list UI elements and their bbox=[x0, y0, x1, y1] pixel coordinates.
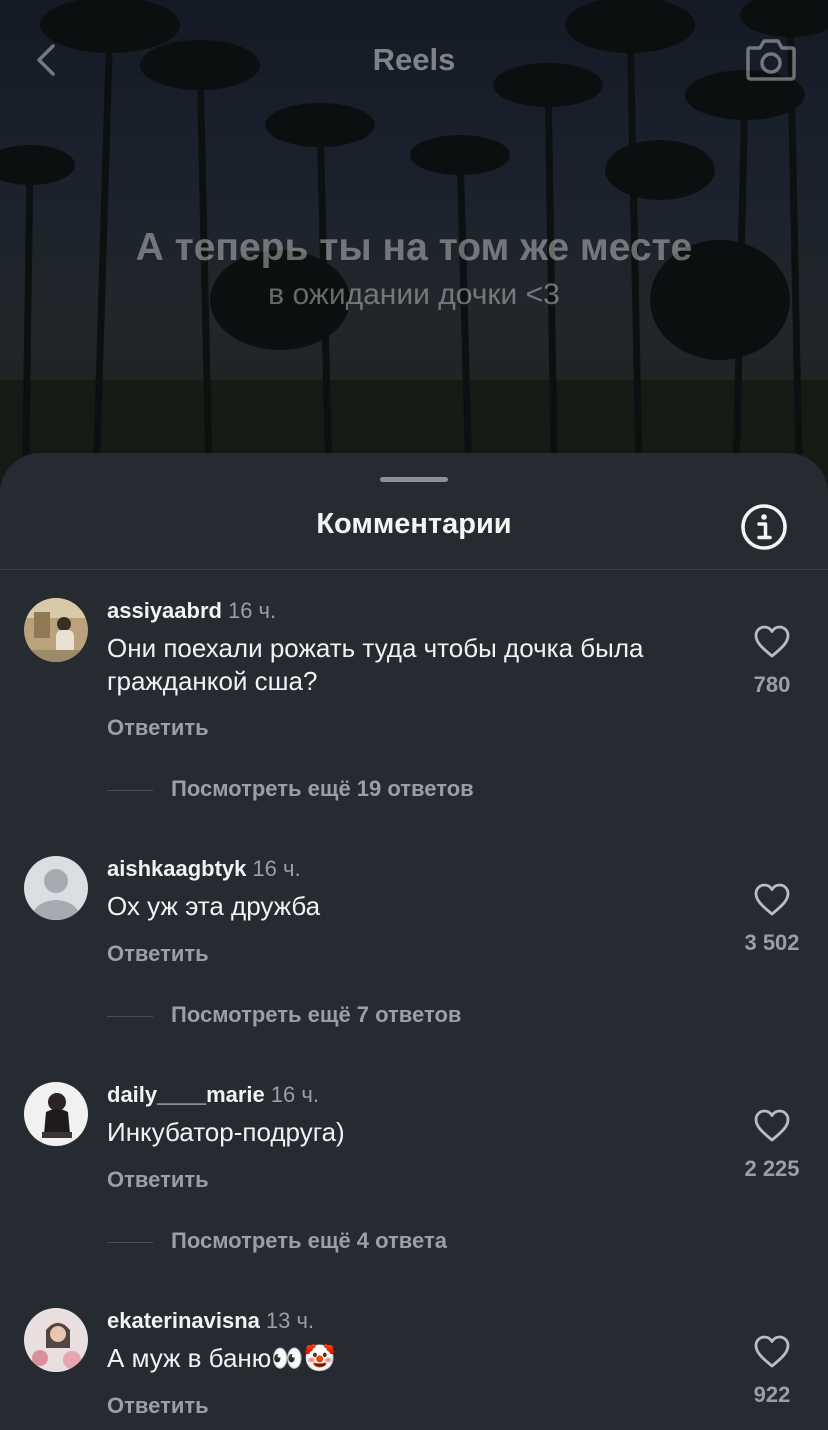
like-block: 922 bbox=[732, 1335, 812, 1408]
camera-icon[interactable] bbox=[744, 34, 798, 84]
comment-text: Они поехали рожать туда чтобы дочка была… bbox=[107, 633, 644, 696]
like-count: 2 225 bbox=[744, 1156, 800, 1181]
comment-meta: daily____marie 16 ч. bbox=[107, 1082, 319, 1108]
reel-caption-sub: в ожидании дочки <3 bbox=[268, 278, 560, 311]
view-replies-label: Посмотреть ещё 19 ответов bbox=[171, 776, 474, 801]
comment-meta: aishkaagbtyk 16 ч. bbox=[107, 856, 301, 882]
heart-icon[interactable] bbox=[754, 1335, 790, 1369]
avatar[interactable] bbox=[24, 1082, 88, 1146]
comment-username[interactable]: assiyaabrd bbox=[107, 598, 222, 623]
default-avatar-icon bbox=[24, 856, 88, 920]
comment-text: Ох уж эта дружба bbox=[107, 891, 321, 921]
sheet-divider bbox=[0, 569, 828, 570]
reply-button[interactable]: Ответить bbox=[107, 1393, 209, 1419]
avatar-photo bbox=[24, 1308, 88, 1372]
info-icon[interactable] bbox=[740, 503, 788, 551]
reply-button[interactable]: Ответить bbox=[107, 941, 209, 967]
comment-time: 16 ч. bbox=[227, 598, 277, 623]
heart-icon[interactable] bbox=[754, 625, 790, 659]
comment-text: А муж в баню👀🤡 bbox=[107, 1343, 337, 1373]
reels-title: Reels bbox=[372, 42, 456, 77]
avatar[interactable] bbox=[24, 856, 88, 920]
like-count: 922 bbox=[753, 1382, 791, 1407]
comment-meta: ekaterinavisna 13 ч. bbox=[107, 1308, 314, 1334]
reels-comments-screen: Reels А теперь ты на том же месте в ожид… bbox=[0, 0, 828, 1430]
reel-caption-main: А теперь ты на том же месте bbox=[135, 226, 693, 269]
like-count: 3 502 bbox=[744, 930, 800, 955]
avatar[interactable] bbox=[24, 1308, 88, 1372]
replies-divider bbox=[107, 1242, 153, 1243]
heart-icon[interactable] bbox=[754, 1109, 790, 1143]
avatar[interactable] bbox=[24, 598, 88, 662]
avatar-photo bbox=[24, 598, 88, 662]
comment-time: 16 ч. bbox=[252, 856, 301, 881]
comment-time: 16 ч. bbox=[270, 1082, 319, 1107]
reply-button[interactable]: Ответить bbox=[107, 715, 209, 741]
sheet-title: Комментарии bbox=[316, 508, 512, 540]
comment-time: 13 ч. bbox=[265, 1308, 315, 1333]
replies-divider bbox=[107, 1016, 153, 1017]
like-block: 3 502 bbox=[732, 883, 812, 956]
reels-header: Reels bbox=[0, 30, 828, 90]
heart-icon[interactable] bbox=[754, 883, 790, 917]
sheet-grabber[interactable] bbox=[380, 477, 448, 482]
like-count: 780 bbox=[753, 672, 791, 697]
comment-username[interactable]: aishkaagbtyk bbox=[107, 856, 246, 881]
reply-button[interactable]: Ответить bbox=[107, 1167, 209, 1193]
replies-divider bbox=[107, 790, 153, 791]
view-replies-label: Посмотреть ещё 7 ответов bbox=[171, 1002, 462, 1027]
comment-text: Инкубатор-подруга) bbox=[107, 1117, 345, 1147]
view-replies-label: Посмотреть ещё 4 ответа bbox=[171, 1228, 447, 1253]
avatar-photo bbox=[24, 1082, 88, 1146]
comment-meta: assiyaabrd 16 ч. bbox=[107, 598, 276, 624]
comments-sheet: Комментарии assiyaabrd 16 ч. Они поехали… bbox=[0, 453, 828, 1430]
comment-username[interactable]: daily____marie bbox=[107, 1082, 265, 1107]
like-block: 780 bbox=[732, 625, 812, 698]
comment-username[interactable]: ekaterinavisna bbox=[107, 1308, 260, 1333]
like-block: 2 225 bbox=[732, 1109, 812, 1182]
